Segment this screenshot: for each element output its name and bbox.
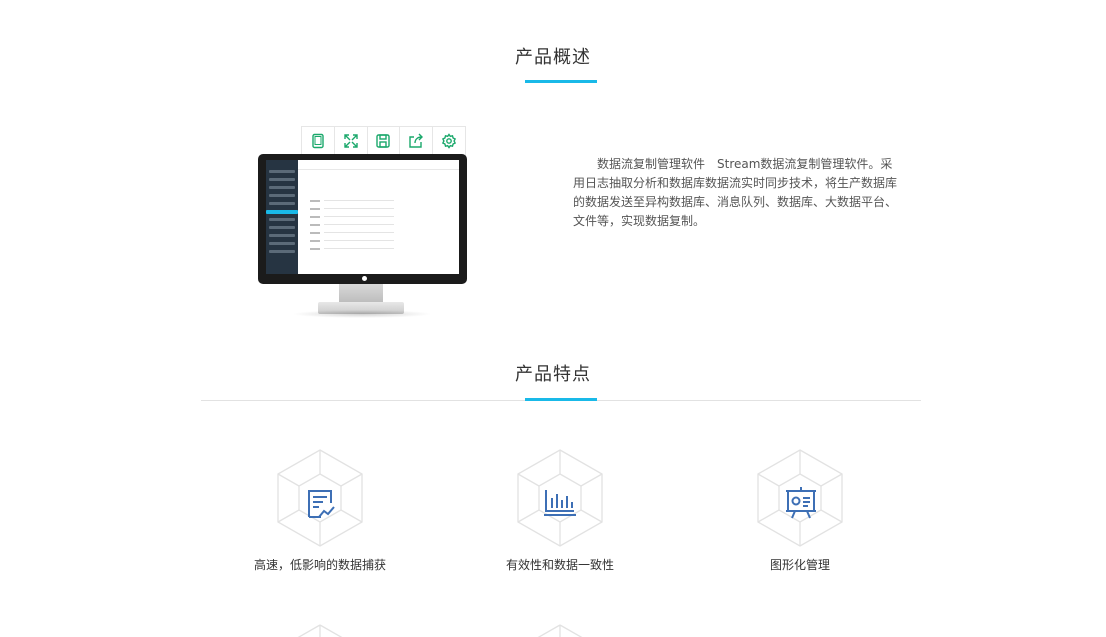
overview-description: 数据流复制管理软件 Stream数据流复制管理软件。采用日志抽取分析和数据库数据… (573, 155, 903, 231)
feature-label-1: 高速，低影响的数据捕获 (253, 558, 386, 572)
monitor-screenshot (258, 154, 467, 284)
expand-icon[interactable] (335, 127, 368, 155)
bar-chart-icon (544, 490, 576, 516)
report-chart-icon (308, 490, 335, 518)
screen-topbar (298, 160, 459, 170)
monitor-toolbar (301, 126, 466, 156)
features-title: 产品特点 (515, 364, 591, 385)
presentation-board-icon (786, 487, 816, 519)
features-title-underline (525, 398, 597, 401)
apple-logo-icon (362, 276, 367, 281)
monitor-screen (266, 160, 459, 274)
hex-cube-icon (537, 624, 583, 637)
screen-sidebar (266, 160, 298, 274)
feature-label-3: 图形化管理 (769, 558, 830, 572)
overview-title: 产品概述 (515, 47, 591, 68)
overview-description-text: 数据流复制管理软件 Stream数据流复制管理软件。采用日志抽取分析和数据库数据… (573, 157, 898, 228)
feature-label-2: 有效性和数据一致性 (505, 558, 614, 572)
share-icon[interactable] (400, 127, 434, 155)
settings-icon[interactable] (433, 127, 465, 155)
tablet-icon[interactable] (302, 127, 335, 155)
overview-title-underline (525, 80, 597, 83)
hex-cube-icon (297, 624, 343, 637)
save-icon[interactable] (368, 127, 401, 155)
monitor-shadow (292, 310, 432, 318)
